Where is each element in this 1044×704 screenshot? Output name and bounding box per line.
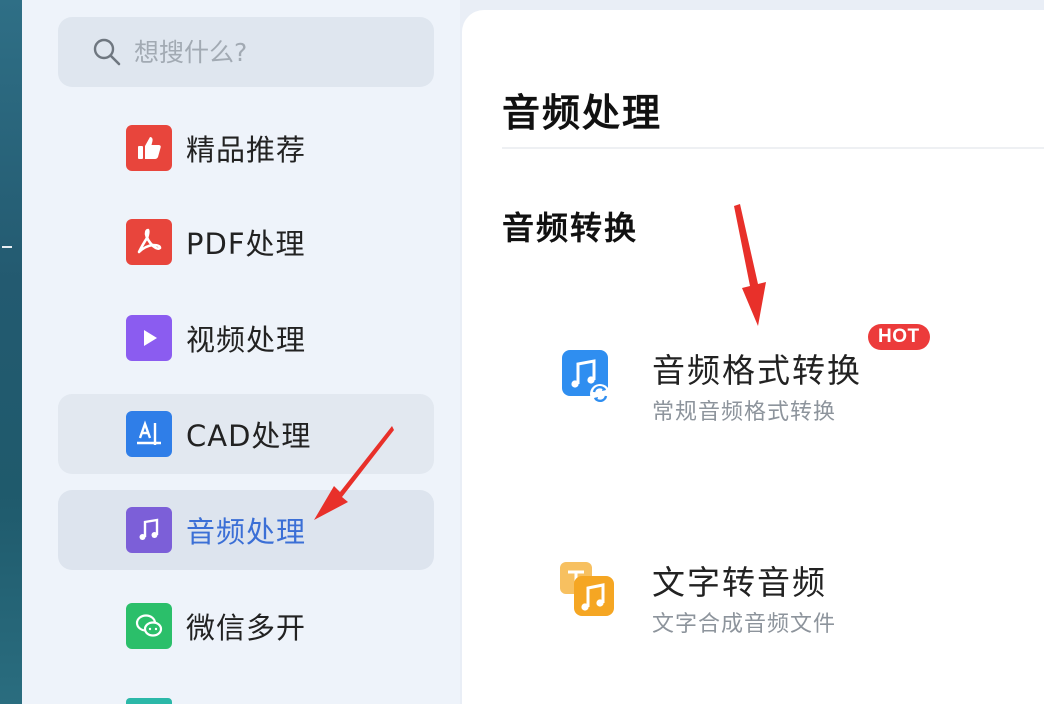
- sidebar-item-video[interactable]: 视频处理: [58, 298, 434, 378]
- play-icon: [126, 315, 172, 361]
- next-item-icon: [126, 698, 172, 704]
- tool-audio-format-convert[interactable]: 音频格式转换 HOT 常规音频格式转换: [558, 324, 978, 450]
- tool-name: 文字转音频: [652, 563, 827, 602]
- sidebar-item-label: 微信多开: [186, 611, 307, 645]
- audio-convert-icon: [562, 350, 610, 404]
- text-to-audio-icon: [560, 562, 614, 616]
- desktop-fragment: [2, 246, 12, 248]
- cad-icon: [126, 411, 172, 457]
- sidebar-item-label: CAD处理: [186, 419, 312, 453]
- section-title: 音频转换: [502, 209, 639, 247]
- sidebar-item-audio[interactable]: 音频处理: [58, 490, 434, 570]
- tool-name: 音频格式转换: [652, 351, 862, 390]
- sidebar-item-label: 视频处理: [186, 323, 307, 357]
- pdf-icon: [126, 219, 172, 265]
- search-input[interactable]: [134, 37, 394, 67]
- tool-description: 常规音频格式转换: [652, 400, 837, 425]
- sidebar-item-wechat[interactable]: 微信多开: [58, 586, 434, 666]
- thumbs-up-icon: [126, 125, 172, 171]
- sidebar-item-cad[interactable]: CAD处理: [58, 394, 434, 474]
- sidebar-item-label: 精品推荐: [186, 133, 307, 167]
- sidebar-item-pdf[interactable]: PDF处理: [58, 202, 434, 282]
- search-box[interactable]: [58, 17, 434, 87]
- sidebar: 精品推荐 PDF处理 视频处理 CAD处理: [22, 0, 460, 704]
- search-icon: [93, 38, 121, 66]
- hot-badge: HOT: [868, 324, 930, 350]
- sidebar-item-label: PDF处理: [186, 227, 306, 261]
- page-title: 音频处理: [502, 91, 663, 135]
- divider: [502, 147, 1044, 149]
- desktop-background: [0, 0, 22, 704]
- tool-text-to-audio[interactable]: 文字转音频 文字合成音频文件: [558, 562, 978, 662]
- sidebar-item-recommended[interactable]: 精品推荐: [58, 108, 434, 188]
- main-panel: 音频处理 音频转换 音频格式转换 HOT 常规音频格式转换 文字转音频 文字合成…: [462, 10, 1044, 704]
- sidebar-item-label: 音频处理: [186, 515, 307, 549]
- music-note-icon: [126, 507, 172, 553]
- wechat-icon: [126, 603, 172, 649]
- tool-description: 文字合成音频文件: [652, 612, 837, 637]
